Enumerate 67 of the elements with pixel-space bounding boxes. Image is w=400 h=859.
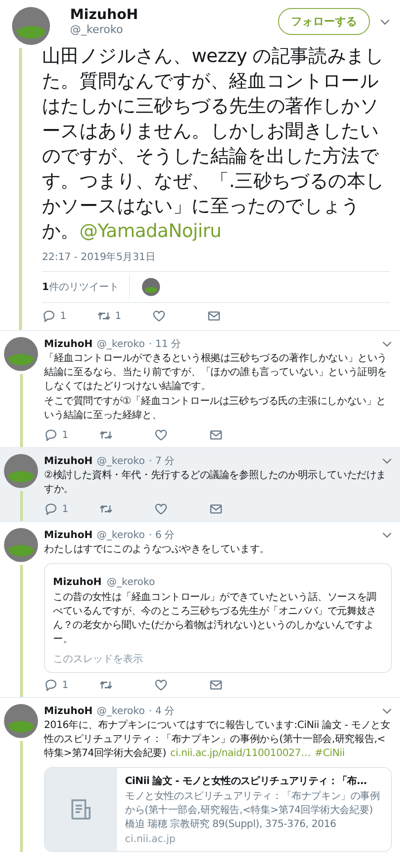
heart-icon[interactable] [152,309,166,323]
heart-icon[interactable] [154,678,168,692]
card-description: モノと女性のスピリチュアリティ：「布ナプキン」の事例から(第十一部会,研究報告,<特集>第74回学術大会紀要) 橋迫 瑞穂 宗教研究 89(Suppl), 375-376, 2016 [125,790,381,832]
show-thread-link[interactable]: このスレッドを表示 [53,652,143,666]
user-handle[interactable]: @_keroko [96,706,145,716]
reply-tweet[interactable] [0,697,400,852]
envelope-icon[interactable] [209,678,223,692]
avatar[interactable] [4,337,38,371]
avatar[interactable] [4,704,38,738]
envelope-icon[interactable] [207,309,221,323]
chevron-down-icon[interactable] [382,341,392,347]
quoted-tweet[interactable]: MizuhoH @_keroko この昔の女性は「経血コントロール」ができていたという話、ソースを調べているんですが、今のところ三砂ちづる先生が「オニババ」で元舞妓さん？の老女から聞いた(だから着物は汚れない)というのしかないんですよー。 このスレッドを表示 [44,563,392,673]
tweet-time[interactable]: · 7 分 [148,454,175,468]
tweet-link[interactable]: #CiNii [314,748,345,759]
card-title: CiNii 論文 - モノと女性のスピリチュアリティ：「布… [125,774,368,788]
tweet-text: わたしはすでにこのようなつぶやきをしています。 [44,543,270,557]
avatar[interactable] [4,454,38,488]
reply-count: 1 [62,430,68,440]
avatar[interactable] [12,7,50,45]
user-handle[interactable]: @_keroko [106,577,155,588]
quoted-text: この昔の女性は「経血コントロール」ができていたという話、ソースを調べているんですが、今のところ三砂ちづる先生が「オニババ」で元舞妓さん？の老女から聞いた(だから着物は汚れない)というのしかないんですよー。 [53,591,378,647]
chevron-down-icon[interactable] [380,18,390,24]
avatar[interactable] [4,528,38,562]
tweet-time[interactable]: · 11 分 [148,337,182,351]
user-handle[interactable]: @_keroko [96,338,145,350]
user-name[interactable]: MizuhoH [53,577,102,588]
chevron-down-icon[interactable] [382,458,392,464]
envelope-icon[interactable] [209,502,223,516]
reply-icon[interactable] [44,502,58,516]
card-domain: ci.nii.ac.jp [125,834,176,845]
tweet-time[interactable]: · 4 分 [148,704,175,718]
tweet-text: 2016年に、布ナプキンについてはすでに報告しています:CiNii 論文 - モノと女性のスピリチュアリティ：「布ナプキン」の事例から(第十一部会,研究報告,<特集>第74回学術大会紀要) ci.nii.ac.jp/naid/110010027… #CiNii [44,719,392,761]
reply-count: 1 [62,680,68,690]
link-card[interactable]: CiNii 論文 - モノと女性のスピリチュアリティ：「布… モノと女性のスピリチュアリティ：「布ナプキン」の事例から(第十一部会,研究報告,<特集>第74回学術大会紀要) 橋迫 瑞穂 宗教研究 89(Suppl), 375-376, 2016 ci.nii.ac.jp [44,767,392,852]
heart-icon[interactable] [154,428,168,442]
user-name[interactable]: MizuhoH [44,530,93,540]
reply-tweet[interactable]: MizuhoH @_keroko · 11 分 「経血コントロールができるという根拠は三砂ちづるの著作しかない」という結論に至るなら、当たり前ですが、「ほかの誰も言っていない」という証明をしなくてはたどりつけない結論です。 そこで質問ですが①「経血コントロールは三砂ちづる氏の主張にしかない」という結論に至った経緯と、 1 [0,330,400,447]
reply-tweet[interactable]: MizuhoH @_keroko · 7 分 ②検討した資料・年代・先行するどの議論を参照したのか明示していただけますか。 1 [0,447,400,521]
heart-icon[interactable] [154,502,168,516]
tweet-text: そこで質問ですが①「経血コントロールは三砂ちづる氏の主張にしかない」という結論に至った経緯と、 [44,395,387,423]
retweeter-avatar[interactable] [142,278,160,296]
reply-icon[interactable] [42,309,56,323]
user-handle[interactable]: @_keroko [70,23,278,36]
mention-link[interactable]: @YamadaNojiru [79,221,222,242]
tweet-link[interactable]: ci.nii.ac.jp/naid/110010027… [170,748,311,759]
user-name[interactable]: MizuhoH [44,706,93,716]
tweet-text: ②検討した資料・年代・先行するどの議論を参照したのか明示していただけますか。 [44,469,387,497]
retweet-count-label[interactable]: 1件のリツイート [42,275,130,299]
reply-tweet[interactable]: MizuhoH @_keroko · 6 分 わたしはすでにこのようなつぶやきをしています。 MizuhoH @_keroko この昔の女性は「経血コントロール」ができていたという話、ソースを調べているんですが、今のところ三砂ちづる先生が「オニババ」で元舞妓さん？の老女から聞いた(だから着物は汚れない)というのしかないんですよー。 このスレッドを表示 1 [0,521,400,697]
user-name[interactable]: MizuhoH [44,456,93,466]
retweet-count: 1 [115,310,122,322]
user-handle[interactable]: @_keroko [96,456,145,466]
chevron-down-icon[interactable] [382,708,392,714]
reply-count: 1 [60,310,66,322]
timestamp[interactable]: 22:17 - 2019年5月31日 [42,250,390,272]
follow-button[interactable]: フォローする [278,8,370,35]
reply-icon[interactable] [44,678,58,692]
tweet-text: 「経血コントロールができるという根拠は三砂ちづるの著作しかない」という結論に至るなら、当たり前ですが、「ほかの誰も言っていない」という証明をしなくてはたどりつけない結論です。 [44,352,388,394]
chevron-down-icon[interactable] [382,532,392,538]
user-name[interactable]: MizuhoH [44,338,93,350]
reply-count: 1 [62,504,68,514]
envelope-icon[interactable] [209,428,223,442]
tweet-text: 山田ノジルさん、wezzy の記事読みました。質問なんですが、経血コントロールはたしかに三砂ちづる先生の著作しかソースはありません。しかしお聞きしたいのですが、そうした結論を出した方法です。つまり、なぜ、「.三砂ちづるの本しかソースはない」に至ったのでしょうか。@YamadaNojiru [42,45,386,244]
user-name[interactable]: MizuhoH [70,7,278,23]
reply-icon[interactable] [44,428,58,442]
user-handle[interactable]: @_keroko [96,530,145,540]
tweet-time[interactable]: · 6 分 [148,528,175,542]
